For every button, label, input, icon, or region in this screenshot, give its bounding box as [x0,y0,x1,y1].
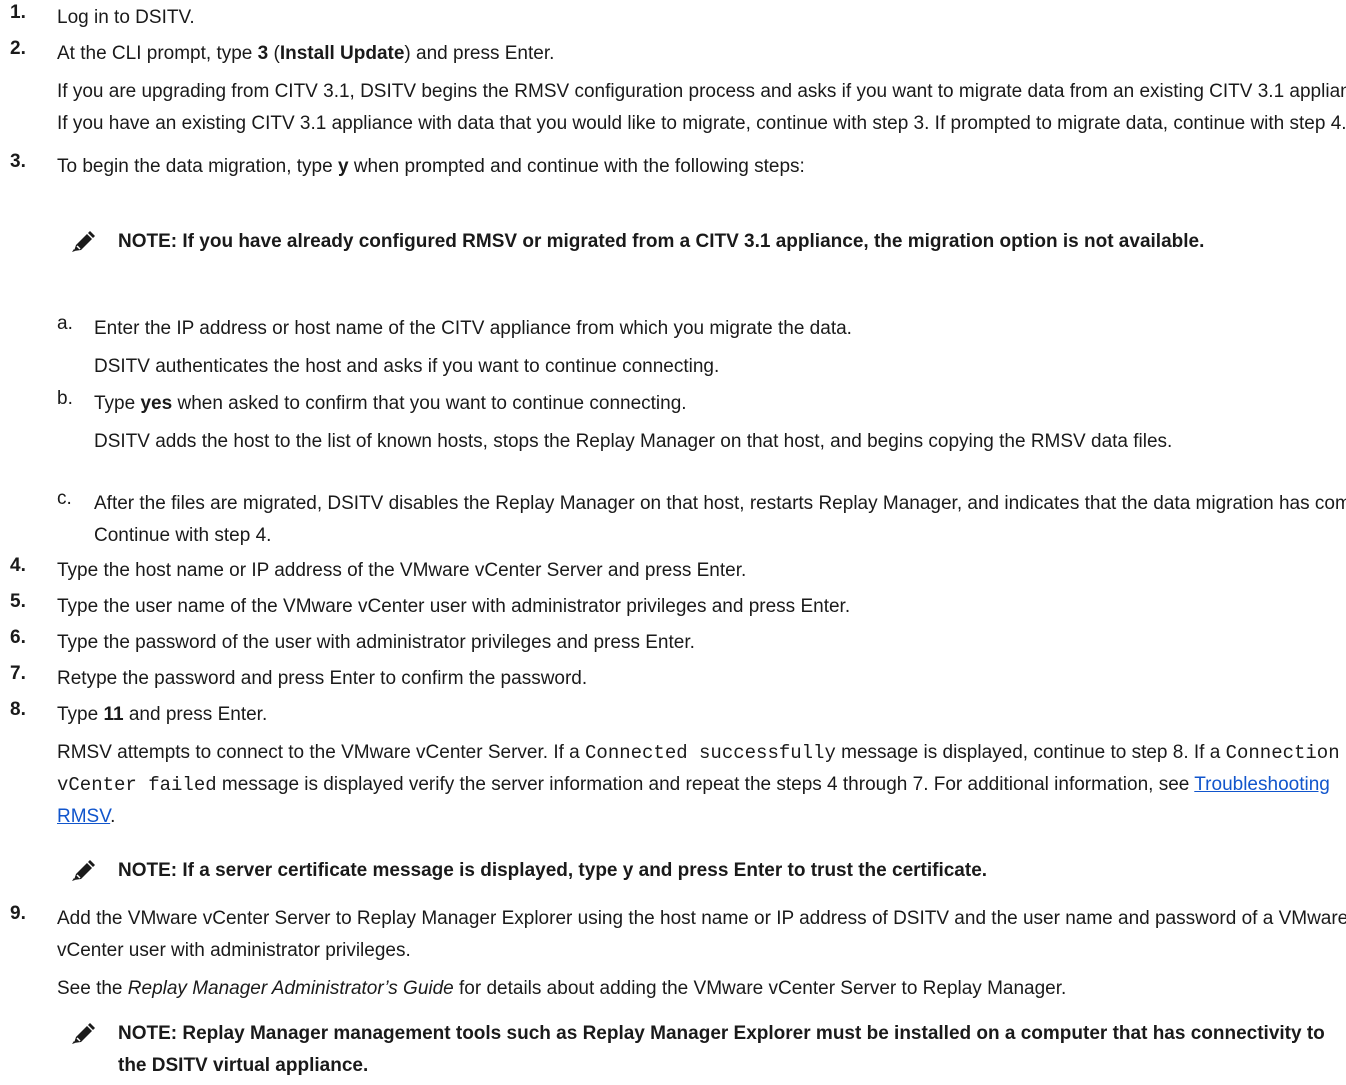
step-detail: If you are upgrading from CITV 3.1, DSIT… [57,81,1346,134]
text-fragment: To begin the data migration, type [57,156,338,177]
pencil-note-icon [72,231,95,252]
bold-keyword: yes [140,393,173,414]
note-text: NOTE: If you have already configured RMS… [118,231,1205,252]
text-fragment: message is displayed verify the server i… [216,774,1195,795]
guide-title: Replay Manager Administrator’s Guide [127,978,454,999]
text-fragment: Type [94,393,141,414]
step-number: 2. [10,38,26,59]
text-fragment: when asked to confirm that you want to c… [172,393,687,414]
text-fragment: ( [268,43,280,64]
step-detail: RMSV attempts to connect to the VMware v… [57,737,1346,833]
step-number: 3. [10,151,26,172]
step-text: Type 11 and press Enter. [57,699,1346,731]
text-fragment: and press Enter. [123,704,268,725]
substep-detail: DSITV authenticates the host and asks if… [94,356,720,377]
step-text: Add the VMware vCenter Server to Replay … [57,908,1346,961]
pencil-note-icon [72,860,95,881]
step-detail: See the Replay Manager Administrator’s G… [57,973,1346,1005]
substep-letter: c. [57,488,72,509]
substep-text: After the files are migrated, DSITV disa… [94,493,1346,546]
substep-text: Type yes when asked to confirm that you … [94,388,1346,420]
step-number: 7. [10,663,26,684]
step-text: Type the host name or IP address of the … [57,560,747,581]
step-number: 5. [10,591,26,612]
substep-letter: a. [57,313,73,334]
step-8: 8. Type 11 and press Enter. RMSV attempt… [0,699,1346,833]
text-fragment: See the [57,978,128,999]
substep-b: b. Type yes when asked to confirm that y… [0,388,1346,458]
step-text: To begin the data migration, type y when… [57,151,1346,183]
text-fragment: . [110,806,116,827]
step-text: Log in to DSITV. [57,7,195,28]
step-text: Type the password of the user with admin… [57,632,695,653]
text-fragment: RMSV attempts to connect to the VMware v… [57,742,586,763]
text-fragment: At the CLI prompt, type [57,43,258,64]
code-message: Connected successfully [585,742,836,764]
bold-value: 11 [103,704,124,725]
step-7: 7. Retype the password and press Enter t… [0,663,1346,695]
substep-c: c. After the files are migrated, DSITV d… [0,488,1346,552]
step-number: 9. [10,903,26,924]
step-9: 9. Add the VMware vCenter Server to Repl… [0,903,1346,1005]
note-text: NOTE: If a server certificate message is… [118,860,988,881]
substep-a: a. Enter the IP address or host name of … [0,313,1346,383]
text-fragment: for details about adding the VMware vCen… [453,978,1067,999]
note-text: NOTE: Replay Manager management tools su… [118,1023,1325,1076]
step-text: Type the user name of the VMware vCenter… [57,596,851,617]
step-number: 6. [10,627,26,648]
text-fragment: message is displayed, continue to step 8… [835,742,1226,763]
step-5: 5. Type the user name of the VMware vCen… [0,591,1346,623]
step-4: 4. Type the host name or IP address of t… [0,555,1346,587]
step-number: 4. [10,555,26,576]
bold-option-name: Install Update [279,43,405,64]
pencil-note-icon [72,1023,95,1044]
bold-keyword: y [337,156,349,177]
step-2: 2. At the CLI prompt, type 3 (Install Up… [0,38,1346,140]
step-number: 8. [10,699,26,720]
step-6: 6. Type the password of the user with ad… [0,627,1346,659]
step-3: 3. To begin the data migration, type y w… [0,151,1346,183]
note-block: NOTE: If you have already configured RMS… [0,226,1326,258]
text-fragment: when prompted and continue with the foll… [348,156,805,177]
step-1: 1. Log in to DSITV. [0,2,1346,34]
step-number: 1. [10,2,26,23]
step-text: At the CLI prompt, type 3 (Install Updat… [57,38,1346,70]
substep-detail: DSITV adds the host to the list of known… [94,431,1173,452]
note-block: NOTE: Replay Manager management tools su… [0,1018,1346,1082]
text-fragment: Type [57,704,104,725]
substep-text: Enter the IP address or host name of the… [94,318,852,339]
substep-letter: b. [57,388,73,409]
bold-option-number: 3 [257,43,269,64]
note-block: NOTE: If a server certificate message is… [0,855,1326,887]
step-text: Retype the password and press Enter to c… [57,668,588,689]
text-fragment: ) and press Enter. [404,43,555,64]
